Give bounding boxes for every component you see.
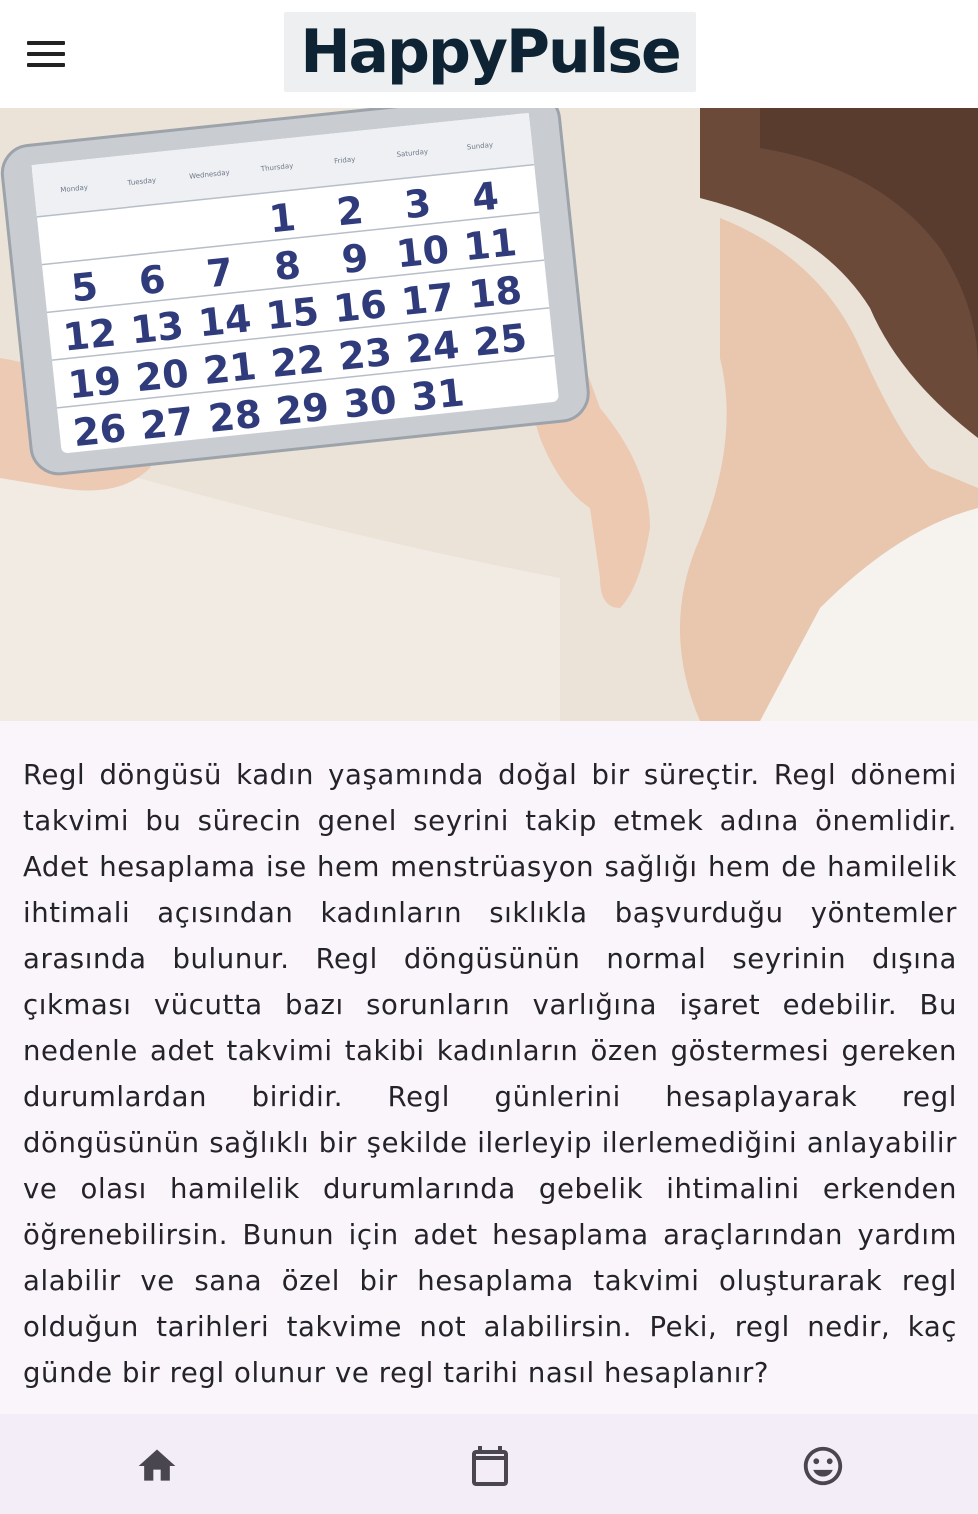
calendar-day-number: 4 [470, 174, 501, 221]
hero-illustration: MondayTuesdayWednesdayThursdayFridaySatu… [0, 108, 978, 721]
app-header: HappyPulse [0, 0, 978, 108]
calendar-day-number: 29 [274, 385, 331, 434]
calendar-day-number: 9 [340, 236, 371, 283]
calendar-day-number: 8 [272, 243, 303, 290]
calendar-day-number: 10 [394, 227, 451, 276]
nav-calendar[interactable] [460, 1436, 520, 1496]
calendar-day-number: 7 [204, 250, 235, 297]
hamburger-menu-icon[interactable] [22, 34, 70, 74]
logo[interactable]: HappyPulse [284, 12, 696, 92]
calendar-day-number: 15 [264, 289, 321, 338]
calendar-day-number: 2 [335, 188, 366, 235]
calendar-day-number: 31 [409, 370, 466, 419]
calendar-day-number: 6 [137, 257, 168, 304]
calendar-day-number: 24 [404, 323, 461, 372]
calendar-day-number: 20 [134, 351, 191, 400]
calendar-day-number: 5 [69, 264, 100, 311]
calendar-day-number: 25 [472, 315, 529, 364]
calendar-day-number: 21 [201, 344, 258, 393]
calendar-day-number: 14 [196, 296, 253, 345]
home-icon [138, 1449, 176, 1481]
calendar-day-number: 23 [337, 330, 394, 379]
calendar-icon [472, 1446, 508, 1486]
hero-image: Monday Tuesday Wednesday Thursday Friday Satu… [0, 108, 978, 721]
calendar-day-number: 22 [269, 337, 326, 386]
smiley-face-icon [803, 1446, 843, 1486]
nav-home[interactable] [127, 1436, 187, 1496]
article-body: Regl döngüsü kadın yaşamında doğal bir s… [23, 759, 957, 1389]
calendar-day-number: 19 [66, 358, 123, 407]
calendar-day-number: 26 [71, 406, 128, 455]
calendar-day-number: 1 [267, 195, 298, 242]
calendar-day-number: 28 [206, 392, 263, 441]
calendar-day-number: 12 [61, 310, 118, 359]
calendar-day-number: 16 [331, 282, 388, 331]
calendar-day-number: 3 [402, 181, 433, 228]
bottom-navigation [0, 1414, 978, 1514]
calendar-day-number: 11 [462, 220, 519, 269]
calendar-day-number: 30 [342, 377, 399, 426]
calendar-day-number: 18 [467, 268, 524, 317]
nav-mood[interactable] [793, 1436, 853, 1496]
calendar-day-number: 13 [129, 303, 186, 352]
calendar-day-number: 27 [139, 399, 196, 448]
calendar-day-number: 17 [399, 275, 456, 324]
logo-text: HappyPulse [300, 17, 681, 87]
